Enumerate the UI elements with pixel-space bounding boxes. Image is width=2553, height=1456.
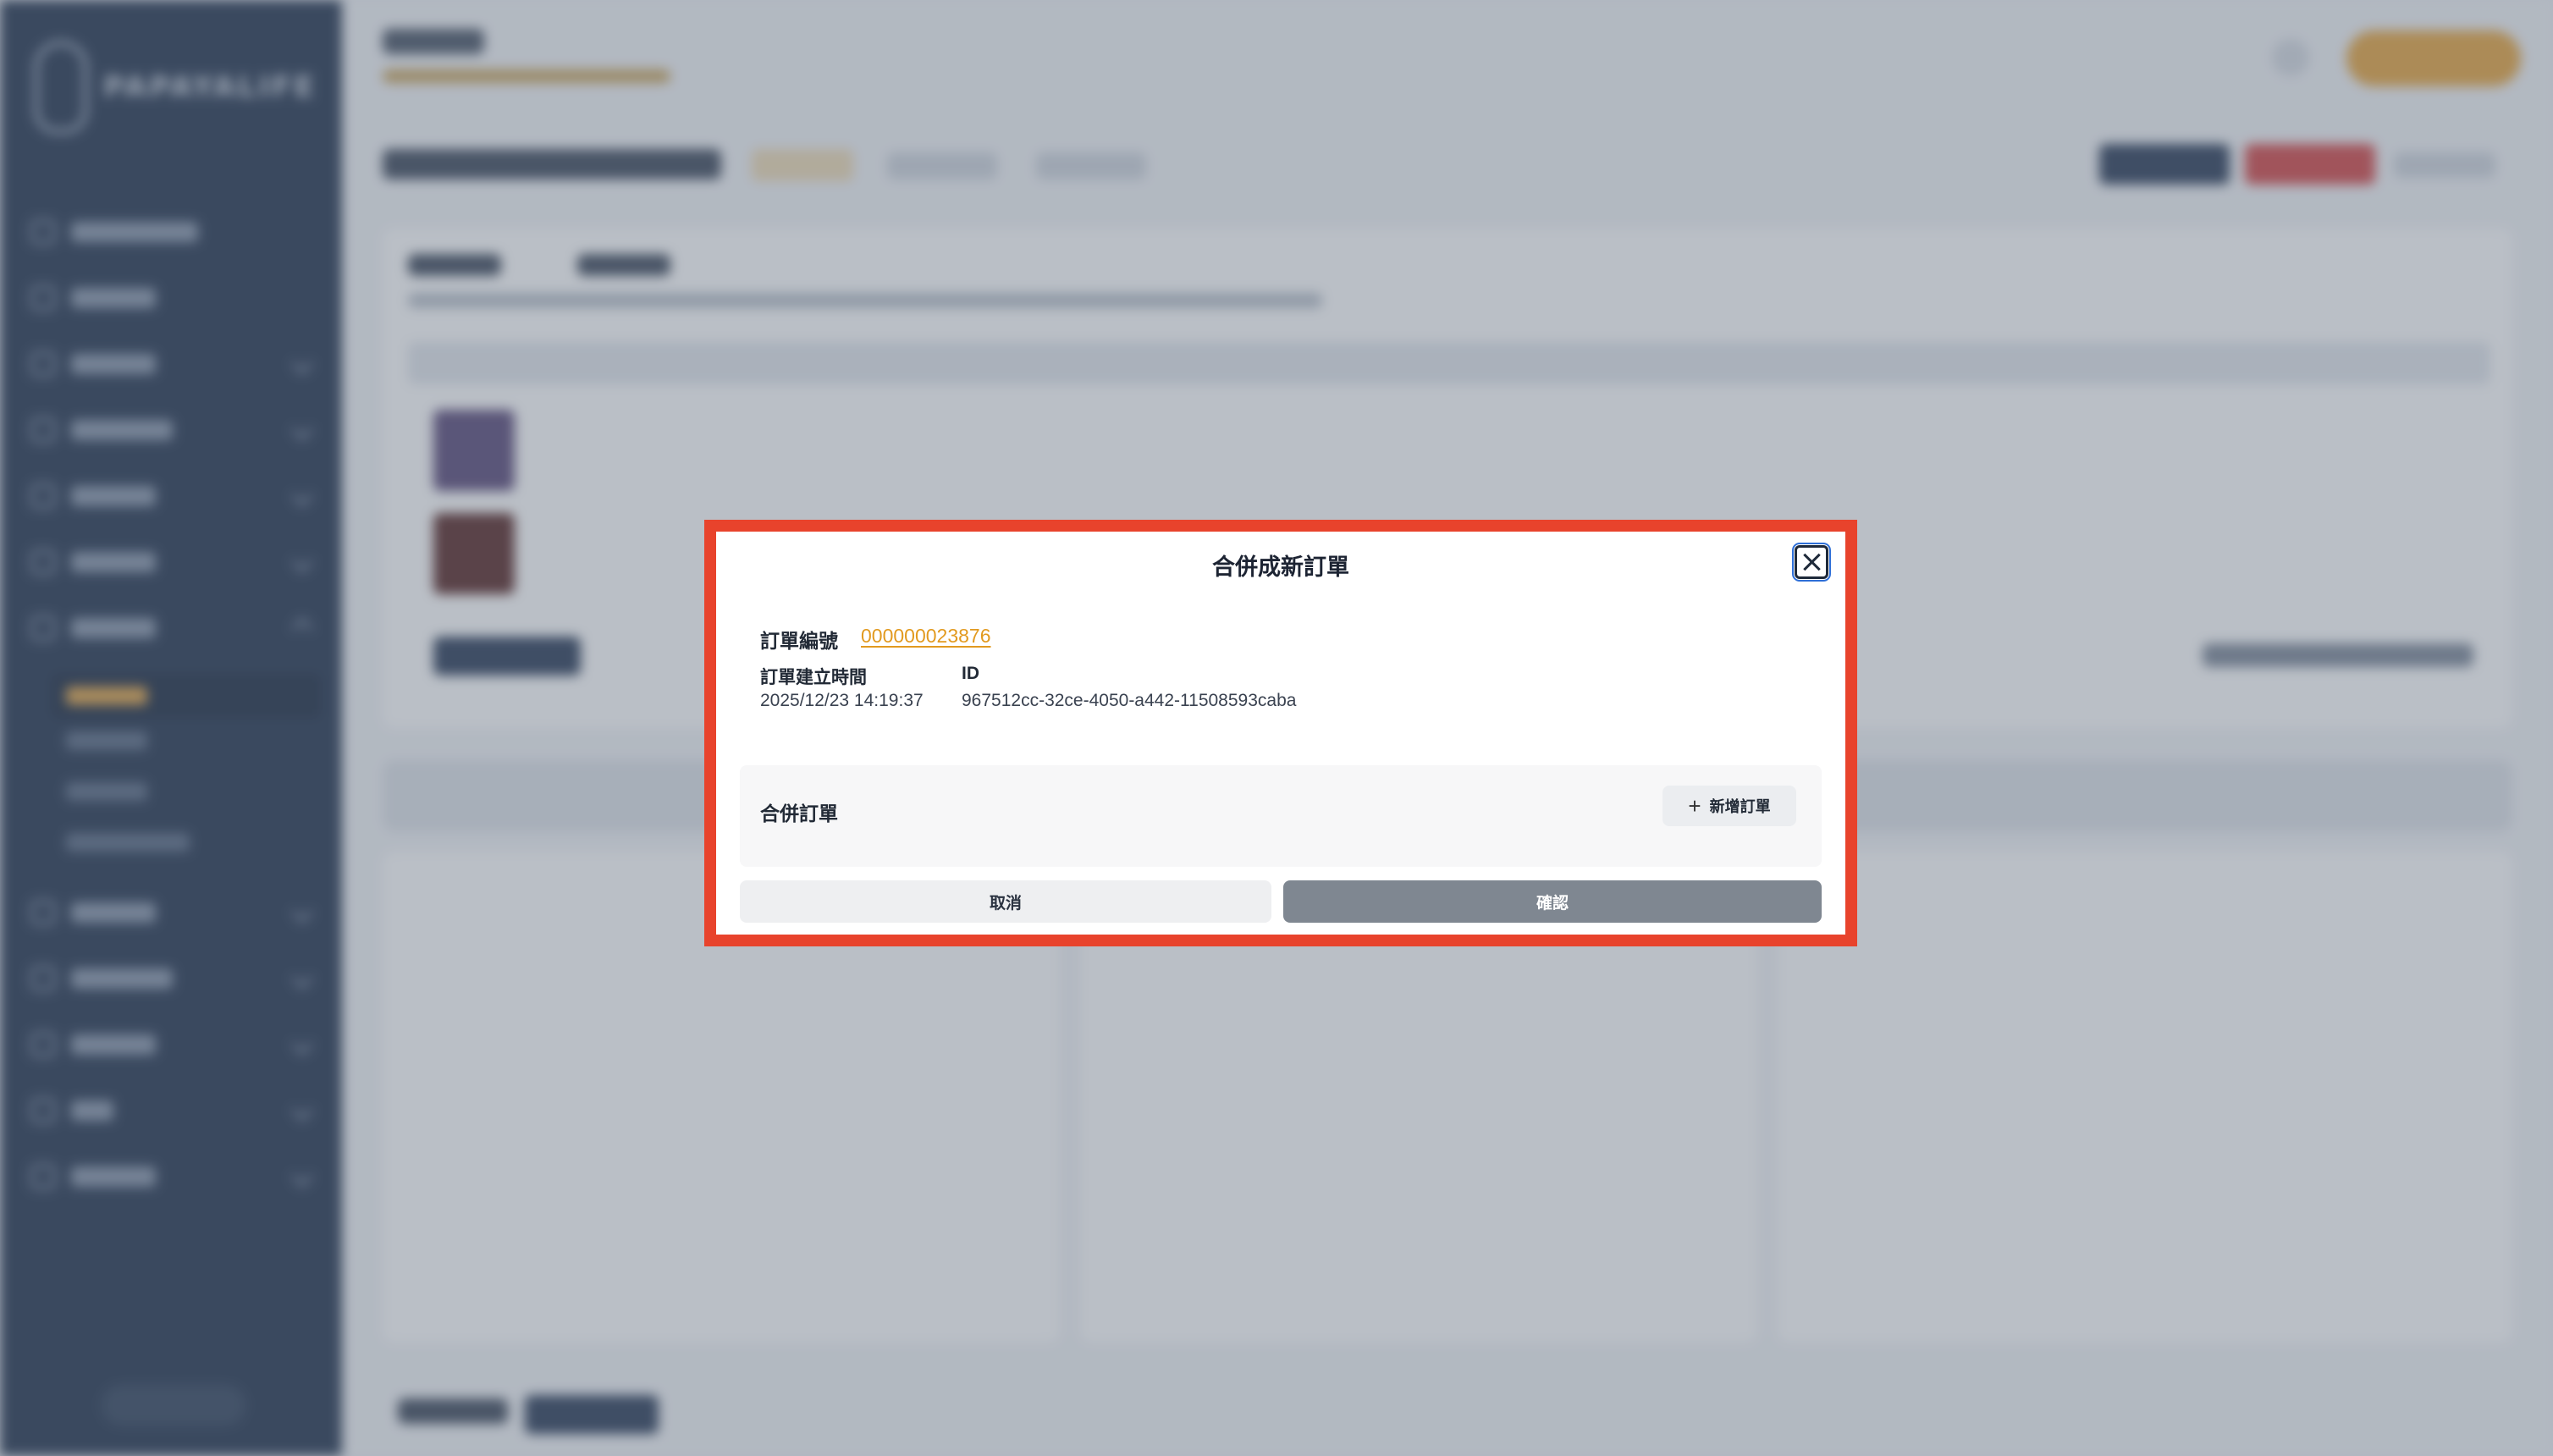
id-value: 967512cc-32ce-4050-a442-11508593caba [962, 691, 1297, 710]
merge-orders-panel: 合併訂單 + 新增訂單 [740, 765, 1822, 867]
cancel-button[interactable]: 取消 [740, 880, 1271, 923]
plus-icon: + [1688, 793, 1701, 819]
order-number-label: 訂單編號 [760, 630, 838, 652]
order-number-link[interactable]: 000000023876 [861, 625, 991, 648]
created-time-value: 2025/12/23 14:19:37 [760, 691, 924, 710]
id-label: ID [962, 664, 979, 683]
merge-orders-label: 合併訂單 [760, 802, 838, 825]
confirm-button[interactable]: 確認 [1283, 880, 1822, 923]
created-time-label: 訂單建立時間 [760, 668, 867, 687]
close-icon[interactable] [1792, 543, 1831, 582]
modal-title: 合併成新訂單 [1212, 554, 1349, 580]
merge-order-modal: 合併成新訂單 訂單編號 000000023876 訂單建立時間 2025/12/… [716, 532, 1845, 935]
add-order-button[interactable]: + 新增訂單 [1662, 786, 1796, 826]
add-order-label: 新增訂單 [1709, 798, 1771, 815]
